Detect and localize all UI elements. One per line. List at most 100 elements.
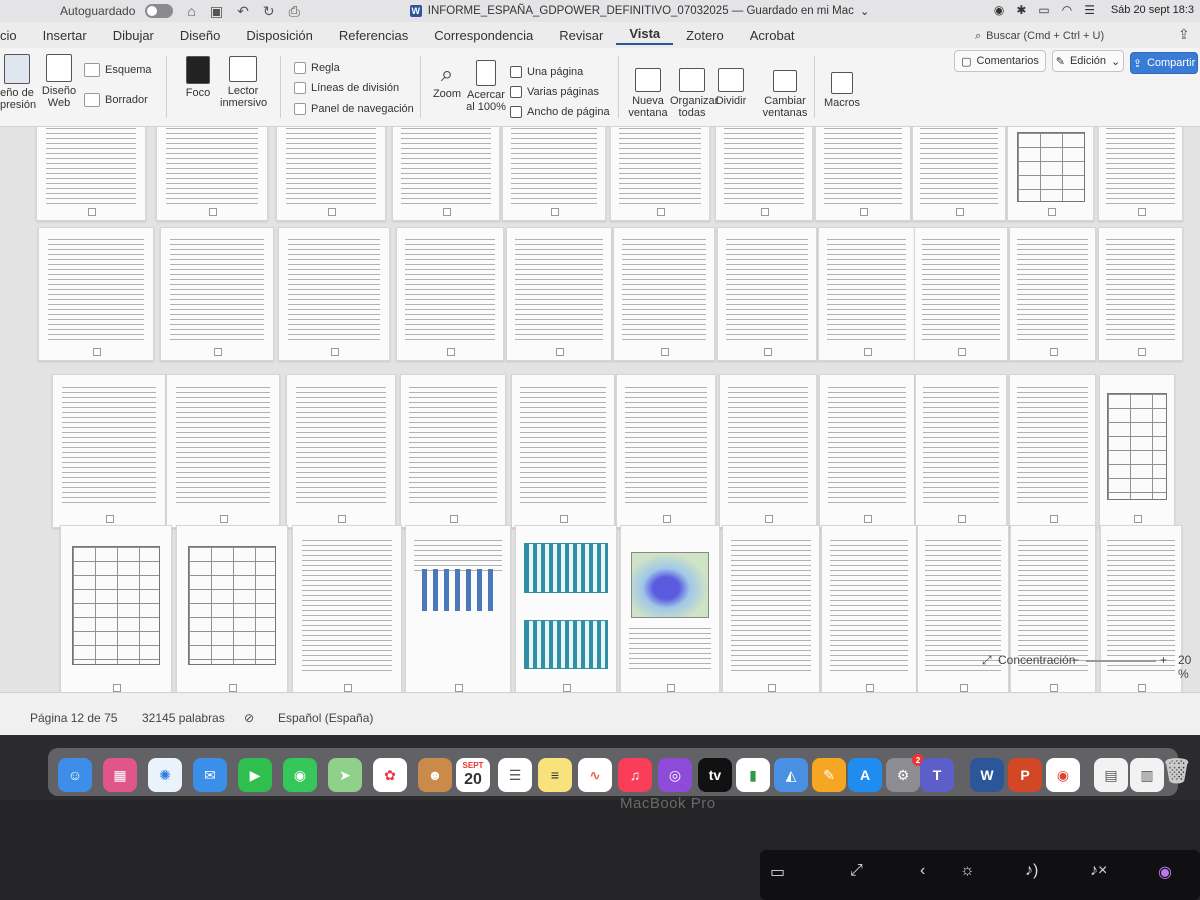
page-thumbnail[interactable] xyxy=(620,525,720,692)
page-thumbnail[interactable] xyxy=(511,374,615,528)
switch-windows-button[interactable]: Cambiar ventanas xyxy=(762,70,808,119)
page-thumbnail[interactable] xyxy=(38,227,154,361)
brightness-icon[interactable]: ☼ xyxy=(960,862,975,880)
tab-zotero[interactable]: Zotero xyxy=(673,28,737,43)
tv-icon[interactable]: tv xyxy=(698,758,732,792)
outline-button[interactable]: Esquema xyxy=(84,63,151,77)
tab-referencias[interactable]: Referencias xyxy=(326,28,421,43)
page-thumbnail[interactable] xyxy=(914,227,1008,361)
zoom-out-icon[interactable]: − xyxy=(1072,653,1079,667)
tab-revisar[interactable]: Revisar xyxy=(546,28,616,43)
search-box[interactable]: ⌕ Buscar (Cmd + Ctrl + U) xyxy=(975,27,1195,45)
zoom-slider[interactable] xyxy=(1086,660,1156,662)
mute-icon[interactable]: ♪× xyxy=(1090,862,1107,880)
ruler-check[interactable] xyxy=(294,62,306,74)
powerpoint-icon[interactable]: P xyxy=(1008,758,1042,792)
page-thumbnail[interactable] xyxy=(917,525,1009,692)
page-thumbnail[interactable] xyxy=(610,127,710,221)
macros-button[interactable]: Macros xyxy=(822,72,862,109)
page-thumbnail[interactable] xyxy=(815,127,911,221)
page-thumbnail[interactable] xyxy=(286,374,396,528)
web-layout-button[interactable]: Diseño Web xyxy=(40,54,78,109)
downloads-stack-icon[interactable]: ▥ xyxy=(1130,758,1164,792)
page-thumbnail[interactable] xyxy=(821,525,917,692)
app-store-icon[interactable]: A xyxy=(848,758,882,792)
nav-pane-check[interactable] xyxy=(294,103,306,115)
control-center-icon[interactable]: ☰ xyxy=(1084,3,1095,17)
save-icon[interactable]: ▣ xyxy=(210,3,223,20)
trash-icon[interactable]: 🗑 xyxy=(1160,754,1194,788)
page-thumbnail[interactable] xyxy=(276,127,386,221)
system-settings-icon[interactable]: ⚙ 2 xyxy=(886,754,924,792)
maps-icon[interactable]: ➤ xyxy=(328,758,362,792)
nav-pane-checkbox[interactable]: Panel de navegación xyxy=(294,103,414,115)
collapse-icon[interactable]: ‹ xyxy=(920,862,925,880)
tab-diseno[interactable]: Diseño xyxy=(167,28,233,43)
siri-icon[interactable]: ◉ xyxy=(1158,862,1172,882)
focus-mode-label[interactable]: Concentración xyxy=(998,653,1075,667)
redo-icon[interactable]: ↻ xyxy=(263,3,275,20)
pages-icon[interactable]: ✎ xyxy=(812,758,846,792)
tab-dibujar[interactable]: Dibujar xyxy=(100,28,167,43)
chevron-down-icon[interactable]: ⌄ xyxy=(860,4,870,18)
autosave-toggle[interactable] xyxy=(145,4,174,18)
page-thumbnail[interactable] xyxy=(715,127,813,221)
immersive-reader-button[interactable]: Lector inmersivo xyxy=(220,56,267,109)
page-thumbnail[interactable] xyxy=(156,127,268,221)
page-width-button[interactable]: Ancho de página xyxy=(510,106,610,118)
page-thumbnail[interactable] xyxy=(819,374,915,528)
battery-icon[interactable]: ▭ xyxy=(1038,3,1049,17)
photos-icon[interactable]: ✿ xyxy=(373,758,407,792)
page-thumbnail[interactable] xyxy=(915,374,1007,528)
page-thumbnail[interactable] xyxy=(515,525,617,692)
draft-button[interactable]: Borrador xyxy=(84,93,148,107)
page-thumbnail[interactable] xyxy=(392,127,500,221)
chrome-icon[interactable]: ◉ xyxy=(1046,758,1080,792)
page-thumbnail[interactable] xyxy=(722,525,820,692)
finder-icon[interactable]: ☺ xyxy=(58,758,92,792)
one-page-button[interactable]: Una página xyxy=(510,66,583,78)
page-thumbnail[interactable] xyxy=(1099,374,1175,528)
page-thumbnail[interactable] xyxy=(400,374,506,528)
page-thumbnail[interactable] xyxy=(506,227,612,361)
page-thumbnail[interactable] xyxy=(278,227,390,361)
page-thumbnail[interactable] xyxy=(405,525,511,692)
mail-icon[interactable]: ✉ xyxy=(193,758,227,792)
focus-button[interactable]: Foco xyxy=(178,56,218,99)
share-icon[interactable]: ⇪ xyxy=(1178,26,1190,43)
gridlines-checkbox[interactable]: Líneas de división xyxy=(294,82,399,94)
arrange-all-button[interactable]: Organizar todas xyxy=(670,68,718,119)
calendar-icon[interactable]: SEPT 20 xyxy=(456,758,490,792)
page-thumbnail[interactable] xyxy=(166,374,280,528)
focus-mode-icon[interactable]: ⤢ xyxy=(982,653,992,668)
numbers-icon[interactable]: ▮ xyxy=(736,758,770,792)
page-thumbnail[interactable] xyxy=(613,227,715,361)
document-thumbnail-icon[interactable]: ▤ xyxy=(1094,758,1128,792)
comments-button[interactable]: ▢ Comentarios xyxy=(954,50,1046,72)
page-thumbnail[interactable] xyxy=(616,374,716,528)
page-thumbnail[interactable] xyxy=(1098,127,1183,221)
reminders-icon[interactable]: ☰ xyxy=(498,758,532,792)
multiple-pages-button[interactable]: Varias páginas xyxy=(510,86,599,98)
page-thumbnail[interactable] xyxy=(176,525,288,692)
page-thumbnail[interactable] xyxy=(818,227,915,361)
page-thumbnail[interactable] xyxy=(1009,374,1096,528)
tab-insertar[interactable]: Insertar xyxy=(30,28,100,43)
tab-disposicion[interactable]: Disposición xyxy=(233,28,325,43)
page-thumbnail[interactable] xyxy=(1098,227,1183,361)
page-thumbnail[interactable] xyxy=(912,127,1006,221)
teams-icon[interactable]: T xyxy=(920,758,954,792)
share-button[interactable]: ⇪ Compartir xyxy=(1130,52,1198,74)
page-thumbnail[interactable] xyxy=(52,374,166,528)
touchbar-key-icon[interactable]: ▭ xyxy=(770,862,785,882)
zoom-button[interactable]: ⌕ Zoom xyxy=(430,60,464,100)
podcasts-icon[interactable]: ◎ xyxy=(658,758,692,792)
tab-vista[interactable]: Vista xyxy=(616,26,674,45)
page-thumbnail[interactable] xyxy=(1100,525,1182,692)
tab-acrobat[interactable]: Acrobat xyxy=(737,28,808,43)
wifi-icon[interactable]: ◠ xyxy=(1062,3,1072,17)
word-icon[interactable]: W xyxy=(970,758,1004,792)
facetime-icon[interactable]: ▶ xyxy=(238,758,272,792)
new-window-button[interactable]: Nueva ventana xyxy=(626,68,670,119)
safari-icon[interactable]: ✺ xyxy=(148,758,182,792)
